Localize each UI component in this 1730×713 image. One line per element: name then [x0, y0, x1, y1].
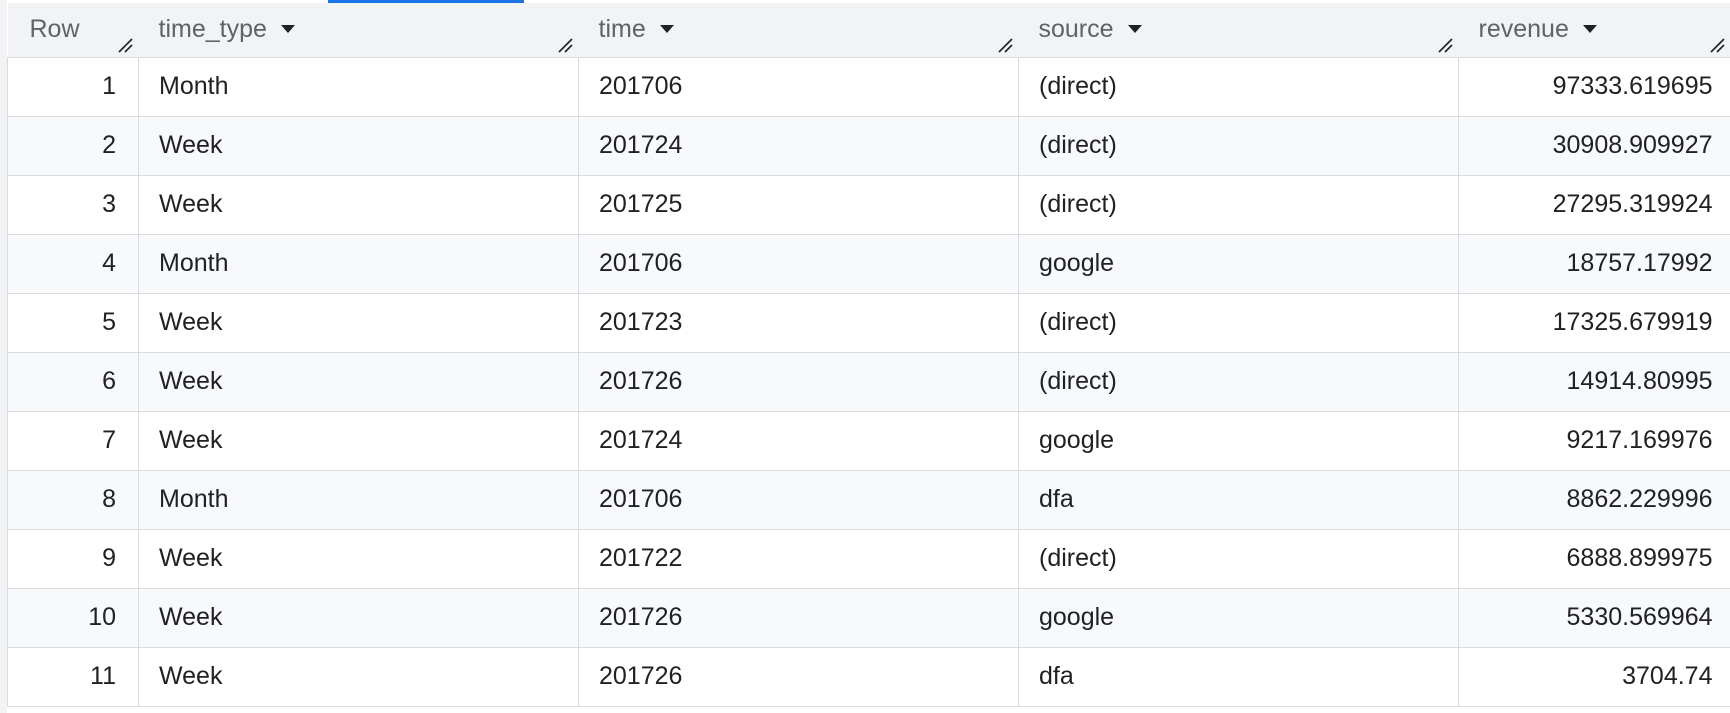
time-type-cell[interactable]: Month: [138, 57, 579, 117]
row-number-cell: 4: [7, 234, 139, 294]
time-cell[interactable]: 201706: [578, 57, 1019, 117]
column-resize-handle-icon[interactable]: [1709, 37, 1725, 53]
source-cell[interactable]: google: [1018, 588, 1459, 648]
row-number-cell: 8: [7, 470, 139, 530]
revenue-cell[interactable]: 6888.899975: [1458, 529, 1730, 589]
row-number-cell: 1: [7, 57, 139, 117]
revenue-cell[interactable]: 14914.80995: [1458, 352, 1730, 412]
time-type-cell[interactable]: Week: [138, 647, 579, 707]
query-results-panel: Row time_type time source revenue 1 Mont…: [0, 0, 1730, 713]
table-row[interactable]: 9 Week 201722 (direct) 6888.899975: [7, 529, 1730, 589]
time-cell[interactable]: 201724: [578, 116, 1019, 176]
caret-down-icon[interactable]: [1582, 24, 1597, 33]
revenue-cell[interactable]: 5330.569964: [1458, 588, 1730, 648]
revenue-cell[interactable]: 17325.679919: [1458, 293, 1730, 353]
results-table-body: 1 Month 201706 (direct) 97333.619695 2 W…: [7, 57, 1730, 707]
source-cell[interactable]: (direct): [1018, 293, 1459, 353]
column-resize-handle-icon[interactable]: [117, 37, 133, 53]
row-number-cell: 9: [7, 529, 139, 589]
table-row[interactable]: 2 Week 201724 (direct) 30908.909927: [7, 116, 1730, 176]
panel-left-edge: [0, 0, 7, 713]
table-row[interactable]: 1 Month 201706 (direct) 97333.619695: [7, 57, 1730, 117]
table-row[interactable]: 5 Week 201723 (direct) 17325.679919: [7, 293, 1730, 353]
row-number-cell: 2: [7, 116, 139, 176]
column-header-label: source: [1038, 15, 1114, 44]
time-type-cell[interactable]: Week: [138, 411, 579, 471]
revenue-cell[interactable]: 3704.74: [1458, 647, 1730, 707]
row-number-cell: 6: [7, 352, 139, 412]
revenue-cell[interactable]: 9217.169976: [1458, 411, 1730, 471]
column-header-label: time: [598, 15, 646, 44]
revenue-cell[interactable]: 8862.229996: [1458, 470, 1730, 530]
time-cell[interactable]: 201726: [578, 588, 1019, 648]
time-type-cell[interactable]: Month: [138, 470, 579, 530]
time-type-cell[interactable]: Month: [138, 234, 579, 294]
revenue-cell[interactable]: 30908.909927: [1458, 116, 1730, 176]
column-header-time[interactable]: time: [578, 3, 1019, 58]
row-number-cell: 7: [7, 411, 139, 471]
time-type-cell[interactable]: Week: [138, 116, 579, 176]
source-cell[interactable]: (direct): [1018, 529, 1459, 589]
time-cell[interactable]: 201722: [578, 529, 1019, 589]
source-cell[interactable]: dfa: [1018, 647, 1459, 707]
table-row[interactable]: 6 Week 201726 (direct) 14914.80995: [7, 352, 1730, 412]
column-header-source[interactable]: source: [1018, 3, 1459, 58]
column-header-label: Row: [29, 15, 80, 44]
time-cell[interactable]: 201724: [578, 411, 1019, 471]
column-resize-handle-icon[interactable]: [557, 37, 573, 53]
caret-down-icon[interactable]: [280, 24, 295, 33]
source-cell[interactable]: google: [1018, 234, 1459, 294]
column-resize-handle-icon[interactable]: [1437, 37, 1453, 53]
column-header-row: Row: [7, 3, 139, 58]
time-cell[interactable]: 201725: [578, 175, 1019, 235]
caret-down-icon[interactable]: [1127, 24, 1142, 33]
caret-down-icon[interactable]: [659, 24, 674, 33]
column-resize-handle-icon[interactable]: [997, 37, 1013, 53]
time-type-cell[interactable]: Week: [138, 175, 579, 235]
source-cell[interactable]: (direct): [1018, 175, 1459, 235]
time-cell[interactable]: 201706: [578, 234, 1019, 294]
time-type-cell[interactable]: Week: [138, 352, 579, 412]
source-cell[interactable]: (direct): [1018, 57, 1459, 117]
table-row[interactable]: 8 Month 201706 dfa 8862.229996: [7, 470, 1730, 530]
column-header-label: revenue: [1478, 15, 1569, 44]
source-cell[interactable]: (direct): [1018, 352, 1459, 412]
table-row[interactable]: 3 Week 201725 (direct) 27295.319924: [7, 175, 1730, 235]
source-cell[interactable]: google: [1018, 411, 1459, 471]
time-cell[interactable]: 201726: [578, 352, 1019, 412]
time-type-cell[interactable]: Week: [138, 293, 579, 353]
row-number-cell: 10: [7, 588, 139, 648]
column-header-time-type[interactable]: time_type: [138, 3, 579, 58]
revenue-cell[interactable]: 97333.619695: [1458, 57, 1730, 117]
time-type-cell[interactable]: Week: [138, 588, 579, 648]
column-header-label: time_type: [158, 15, 267, 44]
revenue-cell[interactable]: 18757.17992: [1458, 234, 1730, 294]
row-number-cell: 11: [7, 647, 139, 707]
results-table: Row time_type time source revenue 1 Mont…: [7, 3, 1730, 707]
row-number-cell: 5: [7, 293, 139, 353]
time-cell[interactable]: 201726: [578, 647, 1019, 707]
source-cell[interactable]: dfa: [1018, 470, 1459, 530]
time-type-cell[interactable]: Week: [138, 529, 579, 589]
table-row[interactable]: 7 Week 201724 google 9217.169976: [7, 411, 1730, 471]
column-header-revenue[interactable]: revenue: [1458, 3, 1730, 58]
source-cell[interactable]: (direct): [1018, 116, 1459, 176]
results-table-header: Row time_type time source revenue: [7, 3, 1730, 58]
time-cell[interactable]: 201723: [578, 293, 1019, 353]
time-cell[interactable]: 201706: [578, 470, 1019, 530]
table-row[interactable]: 4 Month 201706 google 18757.17992: [7, 234, 1730, 294]
table-row[interactable]: 10 Week 201726 google 5330.569964: [7, 588, 1730, 648]
header-row: Row time_type time source revenue: [7, 3, 1730, 58]
row-number-cell: 3: [7, 175, 139, 235]
table-row[interactable]: 11 Week 201726 dfa 3704.74: [7, 647, 1730, 707]
revenue-cell[interactable]: 27295.319924: [1458, 175, 1730, 235]
